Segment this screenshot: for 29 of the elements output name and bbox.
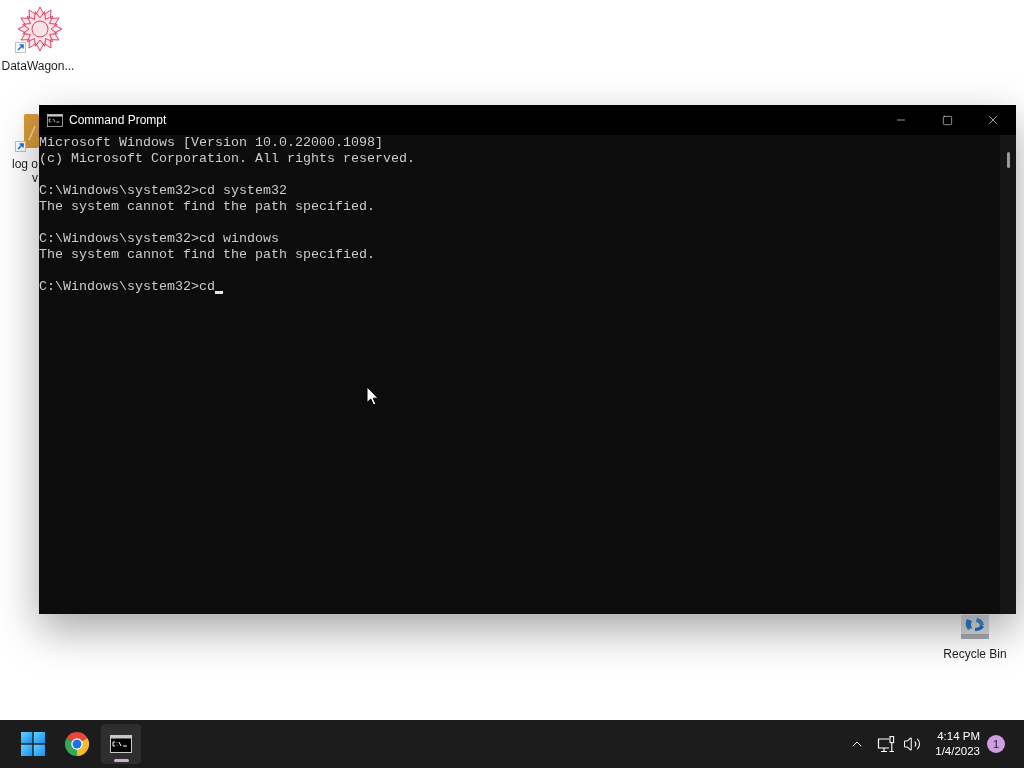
window-title: Command Prompt xyxy=(69,112,167,129)
active-indicator xyxy=(114,759,129,762)
maximize-icon xyxy=(941,114,953,126)
terminal-icon xyxy=(110,735,132,753)
console-line: C:\Windows\system32>cd xyxy=(39,279,215,295)
console-line: Microsoft Windows [Version 10.0.22000.1098] xyxy=(39,135,383,151)
notification-badge[interactable]: 1 xyxy=(987,735,1005,753)
console-line: (c) Microsoft Corporation. All rights reserved. xyxy=(39,151,415,167)
terminal-button[interactable] xyxy=(101,724,141,764)
console-line: The system cannot find the path specified. xyxy=(39,199,375,215)
document-shortcut-icon[interactable] xyxy=(15,114,39,153)
console-line: C:\Windows\system32>cd system32 xyxy=(39,183,287,199)
icon-label: log o xyxy=(11,157,38,171)
recycle-bin-icon[interactable] xyxy=(960,615,990,639)
console-line: The system cannot find the path specified. xyxy=(39,247,375,263)
star-mandala-icon[interactable] xyxy=(14,6,64,54)
mouse-pointer-icon xyxy=(366,386,379,406)
clock-button[interactable]: 4:14 PM 1/4/2023 xyxy=(935,729,980,759)
terminal-icon xyxy=(47,113,63,127)
close-icon xyxy=(986,113,1000,127)
scrollbar-thumb[interactable] xyxy=(1006,152,1010,168)
icon-label: Recycle Bin xyxy=(943,647,1007,661)
console-line: C:\Windows\system32>cd windows xyxy=(39,231,279,247)
start-grid-icon xyxy=(21,732,45,756)
browser-logo-icon xyxy=(65,732,89,756)
volume-icon[interactable] xyxy=(903,735,922,753)
icon-label: v xyxy=(32,171,38,185)
icon-label: DataWagon... xyxy=(1,59,75,73)
network-icon[interactable] xyxy=(877,735,896,753)
